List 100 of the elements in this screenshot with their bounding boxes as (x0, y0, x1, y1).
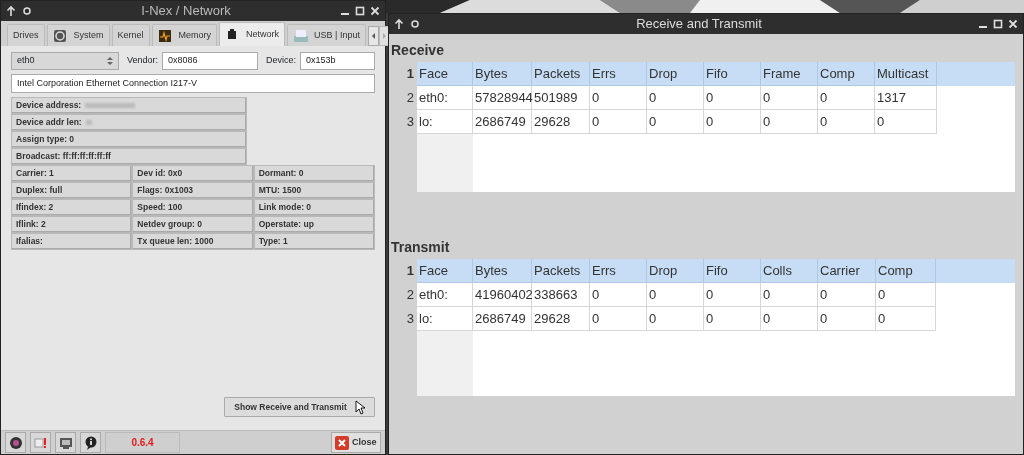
info-cell: Ifalias: (11, 233, 133, 250)
circle-icon[interactable] (409, 18, 421, 30)
column-header[interactable]: Fifo (704, 259, 761, 283)
close-icon[interactable] (369, 5, 381, 17)
table-cell: 0 (704, 283, 761, 307)
monitor-button[interactable] (55, 432, 76, 453)
tab[interactable]: Network (219, 22, 286, 46)
circle-icon[interactable] (21, 5, 33, 17)
column-header[interactable]: Frame (761, 62, 818, 86)
lens-button[interactable] (5, 432, 26, 453)
info-cell: Duplex: full (11, 182, 133, 199)
row-number: 1 (405, 65, 415, 83)
monitor-icon (58, 435, 73, 450)
info-cell: Device address: (11, 97, 247, 114)
column-header[interactable]: Multicast (875, 62, 937, 86)
column-header[interactable]: Fifo (704, 62, 761, 86)
info-cell: Ifindex: 2 (11, 199, 133, 216)
table-cell: 338663 (532, 283, 590, 307)
mail-alert-icon (33, 435, 48, 450)
column-header[interactable]: Packets (532, 62, 590, 86)
column-header[interactable]: Colls (761, 259, 818, 283)
section-heading: Receive (390, 41, 445, 60)
column-header[interactable]: Carrier (818, 259, 876, 283)
table-cell: 1317 (875, 86, 937, 110)
column-header[interactable]: Bytes (473, 259, 532, 283)
description-field[interactable]: Intel Corporation Ethernet Connection I217-V (11, 74, 375, 93)
column-header[interactable]: Face (417, 259, 473, 283)
lens-icon (8, 435, 23, 450)
column-header[interactable]: Drop (647, 259, 704, 283)
table-cell: 0 (590, 110, 647, 134)
window-title: I-Nex / Network (140, 2, 232, 21)
info-button[interactable] (80, 432, 101, 453)
column-header[interactable]: Errs (590, 259, 647, 283)
device-field[interactable]: 0x153b (300, 52, 375, 70)
table-cell: 0 (818, 307, 876, 331)
column-header[interactable]: Comp (818, 62, 875, 86)
cursor-icon (354, 399, 365, 415)
maximize-icon[interactable] (992, 18, 1004, 30)
table-cell: 0 (647, 86, 704, 110)
close-icon (335, 435, 349, 450)
table-cell: 0 (704, 110, 761, 134)
maximize-icon[interactable] (354, 5, 366, 17)
tab[interactable]: System (46, 24, 110, 46)
table-cell: 0 (761, 307, 818, 331)
table-cell: eth0: (417, 86, 473, 110)
table-cell: 29628 (532, 307, 590, 331)
scroll-left-icon[interactable] (367, 26, 379, 46)
table-cell: 0 (818, 86, 875, 110)
column-header[interactable]: Packets (532, 259, 590, 283)
tab[interactable]: Memory (151, 24, 218, 46)
close-icon[interactable] (1007, 18, 1019, 30)
mail-alert-button[interactable] (30, 432, 51, 453)
info-cell: Tx queue len: 1000 (132, 233, 254, 250)
info-icon (83, 435, 98, 450)
table-cell: 0 (647, 283, 704, 307)
table-cell: 0 (704, 307, 761, 331)
tab[interactable]: Drives (7, 24, 45, 46)
column-header[interactable]: Comp (876, 259, 936, 283)
version-label: 0.6.4 (105, 432, 180, 453)
table-cell: 0 (590, 86, 647, 110)
spinner-icon (107, 56, 113, 66)
column-header[interactable]: Face (417, 62, 473, 86)
table-cell: eth0: (417, 283, 473, 307)
column-header[interactable]: Errs (590, 62, 647, 86)
device-label: Device: (266, 54, 297, 68)
table-cell: 0 (647, 307, 704, 331)
info-cell: MTU: 1500 (253, 182, 375, 199)
close-button[interactable]: Close (331, 432, 381, 453)
info-cell: Iflink: 2 (11, 216, 133, 233)
info-cell: Netdev group: 0 (132, 216, 254, 233)
chart-icon (157, 28, 174, 43)
show-button[interactable]: Show Receive and Transmit (224, 397, 375, 417)
tab[interactable]: Kernel (111, 24, 150, 46)
table-cell: 0 (818, 283, 876, 307)
window-title: Receive and Transmit (635, 15, 763, 34)
row-number: 1 (405, 262, 415, 280)
table-cell: 0 (876, 283, 936, 307)
empty-cell (417, 134, 473, 192)
drive-icon (293, 28, 310, 43)
table-cell: 0 (590, 307, 647, 331)
row-number: 3 (405, 310, 415, 328)
camera-icon (52, 28, 69, 43)
info-cell: Operstate: up (253, 216, 375, 233)
table-cell: 29628 (532, 110, 590, 134)
interface-select[interactable]: eth0 (11, 52, 119, 70)
tab[interactable]: USB | Input (287, 24, 366, 46)
row-number: 2 (405, 286, 415, 304)
info-cell: Broadcast: ff:ff:ff:ff:ff:ff (11, 148, 247, 165)
vendor-label: Vendor: (127, 54, 159, 68)
table-cell: 0 (590, 283, 647, 307)
table-cell: 0 (818, 110, 875, 134)
section-heading: Transmit (390, 238, 451, 257)
column-header[interactable]: Bytes (473, 62, 532, 86)
table-cell: 0 (761, 283, 818, 307)
table-cell: 0 (876, 307, 936, 331)
vendor-field[interactable]: 0x8086 (162, 52, 259, 70)
pin-icon[interactable] (393, 18, 405, 30)
info-cell: Carrier: 1 (11, 165, 133, 182)
column-header[interactable]: Drop (647, 62, 704, 86)
pin-icon[interactable] (5, 5, 17, 17)
